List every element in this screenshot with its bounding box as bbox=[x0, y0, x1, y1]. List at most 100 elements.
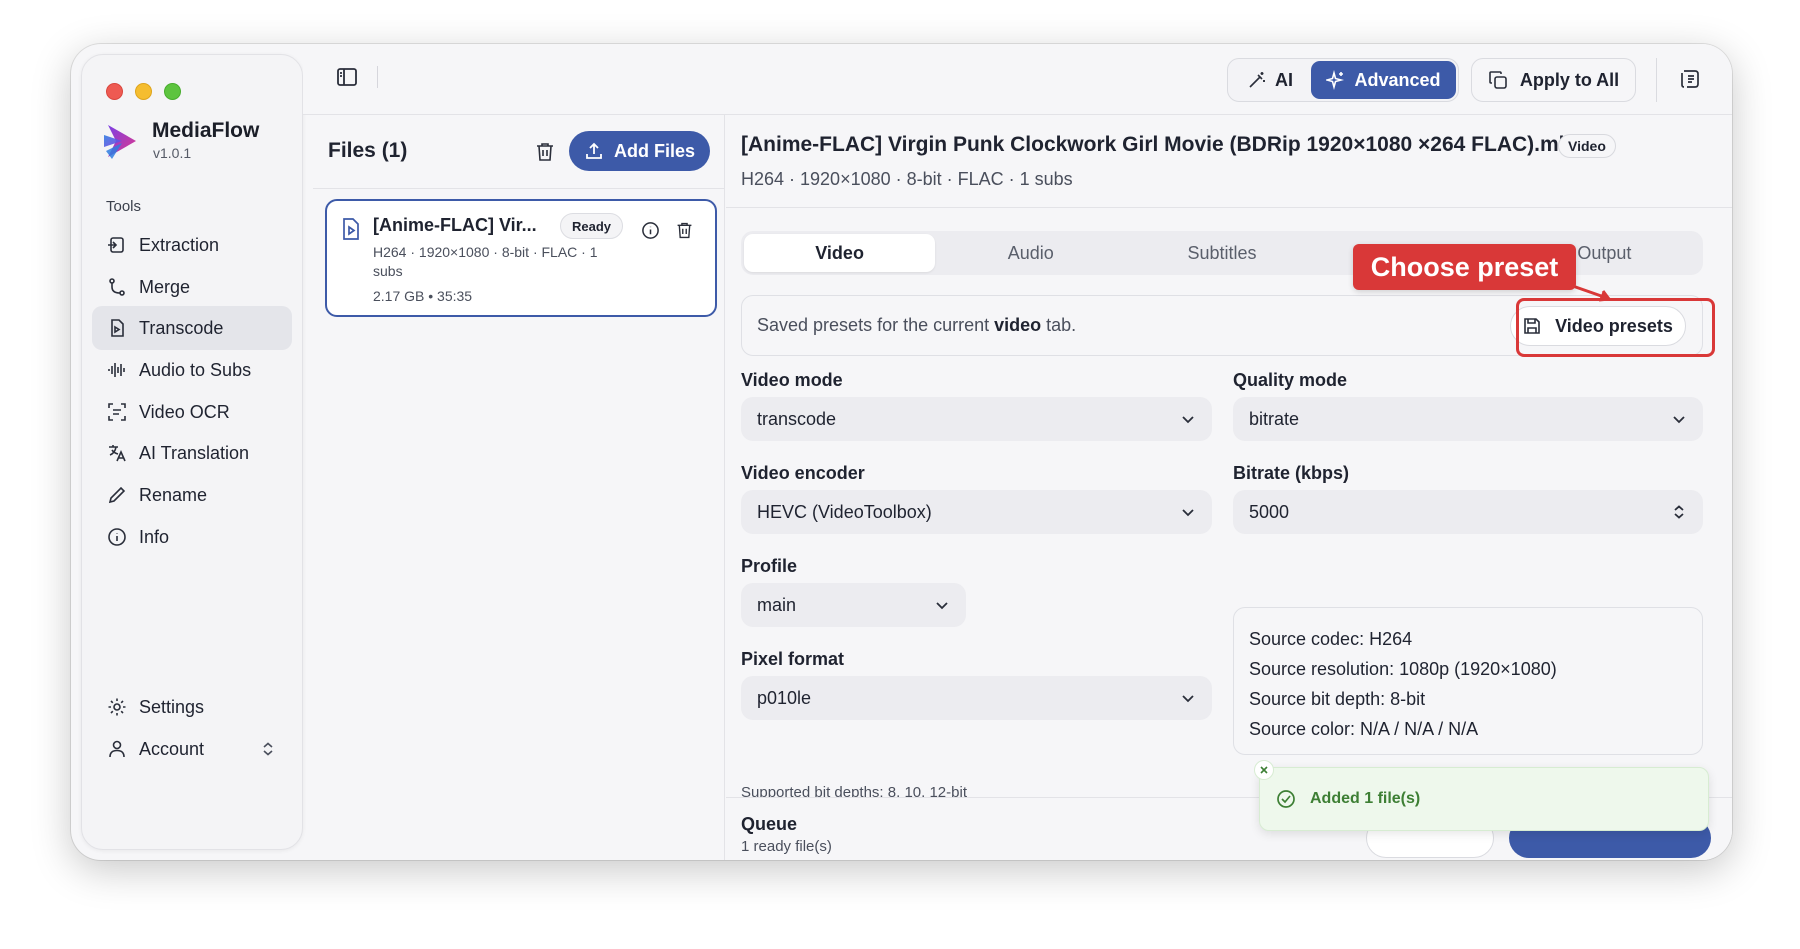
app-name: MediaFlow bbox=[152, 119, 260, 142]
sidebar-item-label: Audio to Subs bbox=[139, 359, 252, 380]
remove-file-trash-icon[interactable] bbox=[675, 221, 694, 240]
mediaflow-logo-icon bbox=[104, 125, 136, 159]
mode-ai-button[interactable]: AI bbox=[1230, 61, 1310, 99]
zoom-window-button[interactable] bbox=[164, 83, 181, 100]
sidebar-item-extraction[interactable]: Extraction bbox=[92, 223, 292, 267]
sidebar-item-label: Extraction bbox=[139, 234, 220, 255]
close-window-button[interactable] bbox=[106, 83, 123, 100]
files-title: Files (1) bbox=[328, 139, 408, 162]
video-encoder-label: Video encoder bbox=[741, 463, 865, 483]
clear-files-trash-icon[interactable] bbox=[534, 141, 556, 163]
bitrate-value: 5000 bbox=[1249, 501, 1290, 522]
tab-subtitles[interactable]: Subtitles bbox=[1126, 234, 1317, 272]
sidebar-item-label: Settings bbox=[139, 696, 205, 717]
file-meta: H264 · 1920×1080 · 8-bit · FLAC · 1 subs bbox=[373, 244, 598, 279]
queue-list-icon[interactable] bbox=[1680, 68, 1702, 90]
sidebar-item-label: AI Translation bbox=[139, 442, 250, 463]
choose-preset-callout: Choose preset bbox=[1353, 244, 1576, 290]
presets-text-bold: video bbox=[994, 315, 1042, 335]
quality-mode-select[interactable]: bitrate bbox=[1233, 397, 1703, 441]
sidebar-item-settings[interactable]: Settings bbox=[92, 685, 292, 729]
file-info-icon[interactable] bbox=[641, 221, 660, 240]
file-subtitle: H264 · 1920×1080 · 8-bit · FLAC · 1 subs bbox=[741, 169, 1073, 189]
presets-description: Saved presets for the current video tab. bbox=[757, 315, 1076, 336]
sidebar: MediaFlow v1.0.1 Tools Extraction Merge … bbox=[81, 54, 303, 850]
check-circle-icon bbox=[1277, 790, 1295, 808]
tools-section-label: Tools bbox=[106, 198, 142, 215]
video-mode-select[interactable]: transcode bbox=[741, 397, 1212, 441]
apply-to-all-button[interactable]: Apply to All bbox=[1471, 58, 1636, 102]
sidebar-item-info[interactable]: Info bbox=[92, 515, 292, 559]
tab-video[interactable]: Video bbox=[744, 234, 936, 272]
source-color: Source color: N/A / N/A / N/A bbox=[1249, 719, 1479, 739]
chevron-down-icon bbox=[936, 602, 948, 610]
presets-text-before: Saved presets for the current bbox=[757, 315, 995, 335]
sidebar-item-audio-to-subs[interactable]: Audio to Subs bbox=[92, 348, 292, 392]
sidebar-item-merge[interactable]: Merge bbox=[92, 265, 292, 309]
sidebar-item-account[interactable]: Account bbox=[92, 727, 292, 771]
sparkles-icon bbox=[1326, 70, 1345, 90]
pencil-icon bbox=[108, 486, 126, 504]
source-codec: Source codec: H264 bbox=[1249, 629, 1413, 649]
files-header: Files (1) Add Files bbox=[313, 115, 725, 189]
save-icon bbox=[1524, 318, 1540, 334]
transcode-icon bbox=[111, 319, 124, 337]
video-encoder-value: HEVC (VideoToolbox) bbox=[757, 501, 932, 522]
video-presets-label: Video presets bbox=[1555, 315, 1673, 336]
bitrate-label: Bitrate (kbps) bbox=[1233, 463, 1350, 483]
profile-select[interactable]: main bbox=[741, 583, 966, 627]
bitrate-stepper[interactable]: 5000 bbox=[1233, 490, 1703, 534]
sidebar-item-video-ocr[interactable]: Video OCR bbox=[92, 390, 292, 434]
main-panel: [Anime-FLAC] Virgin Punk Clockwork Girl … bbox=[726, 115, 1732, 860]
stepper-arrows-icon bbox=[1674, 505, 1684, 519]
info-icon bbox=[108, 528, 126, 546]
upload-icon bbox=[586, 142, 602, 159]
sidebar-item-transcode[interactable]: Transcode bbox=[92, 306, 292, 350]
chevron-up-down-icon bbox=[263, 742, 273, 756]
file-title: [Anime-FLAC] Virgin Punk Clockwork Girl … bbox=[741, 133, 1583, 156]
file-header: [Anime-FLAC] Virgin Punk Clockwork Girl … bbox=[726, 115, 1732, 208]
file-name: [Anime-FLAC] Vir... bbox=[373, 215, 537, 235]
toast-close-button[interactable] bbox=[1254, 760, 1274, 780]
pixel-format-select[interactable]: p010le bbox=[741, 676, 1212, 720]
toolbar-divider bbox=[1656, 58, 1657, 102]
app-version: v1.0.1 bbox=[153, 145, 192, 161]
chevron-down-icon bbox=[1182, 509, 1194, 517]
tab-audio[interactable]: Audio bbox=[935, 234, 1126, 272]
chevron-down-icon bbox=[1673, 416, 1685, 424]
mode-ai-label: AI bbox=[1275, 69, 1293, 90]
profile-label: Profile bbox=[741, 556, 798, 576]
video-encoder-select[interactable]: HEVC (VideoToolbox) bbox=[741, 490, 1212, 534]
source-bit-depth: Source bit depth: 8-bit bbox=[1249, 689, 1426, 709]
user-icon bbox=[109, 740, 125, 758]
file-size-duration: 2.17 GB • 35:35 bbox=[373, 288, 473, 304]
type-badge: Video bbox=[1558, 134, 1616, 158]
chevron-down-icon bbox=[1182, 695, 1194, 703]
sidebar-item-label: Rename bbox=[139, 484, 208, 505]
video-file-icon bbox=[343, 218, 359, 240]
gear-icon bbox=[108, 698, 126, 716]
ocr-icon bbox=[108, 403, 126, 421]
video-presets-button[interactable]: Video presets bbox=[1510, 306, 1686, 346]
sidebar-toggle-icon[interactable] bbox=[335, 65, 359, 89]
sidebar-item-ai-translation[interactable]: AI Translation bbox=[92, 431, 292, 475]
presets-bar: Saved presets for the current video tab.… bbox=[741, 295, 1703, 356]
add-files-button[interactable]: Add Files bbox=[569, 131, 710, 171]
mode-advanced-label: Advanced bbox=[1354, 69, 1441, 90]
toast-notification: Added 1 file(s) bbox=[1254, 760, 1709, 831]
sidebar-item-label: Merge bbox=[139, 276, 191, 297]
sidebar-item-rename[interactable]: Rename bbox=[92, 473, 292, 517]
mode-advanced-button[interactable]: Advanced bbox=[1311, 61, 1456, 99]
quality-mode-value: bitrate bbox=[1249, 408, 1300, 429]
video-mode-label: Video mode bbox=[741, 370, 843, 390]
close-icon bbox=[1260, 766, 1268, 774]
mode-segmented-control: AI Advanced bbox=[1227, 58, 1459, 102]
quality-mode-label: Quality mode bbox=[1233, 370, 1348, 390]
waveform-icon bbox=[108, 363, 125, 377]
chevron-down-icon bbox=[1182, 416, 1194, 424]
file-card[interactable]: [Anime-FLAC] Vir... Ready H264 · 1920×10… bbox=[325, 199, 717, 317]
minimize-window-button[interactable] bbox=[135, 83, 152, 100]
sidebar-item-label: Transcode bbox=[139, 317, 224, 338]
queue-subtitle: 1 ready file(s) bbox=[741, 838, 832, 855]
profile-value: main bbox=[757, 594, 797, 615]
